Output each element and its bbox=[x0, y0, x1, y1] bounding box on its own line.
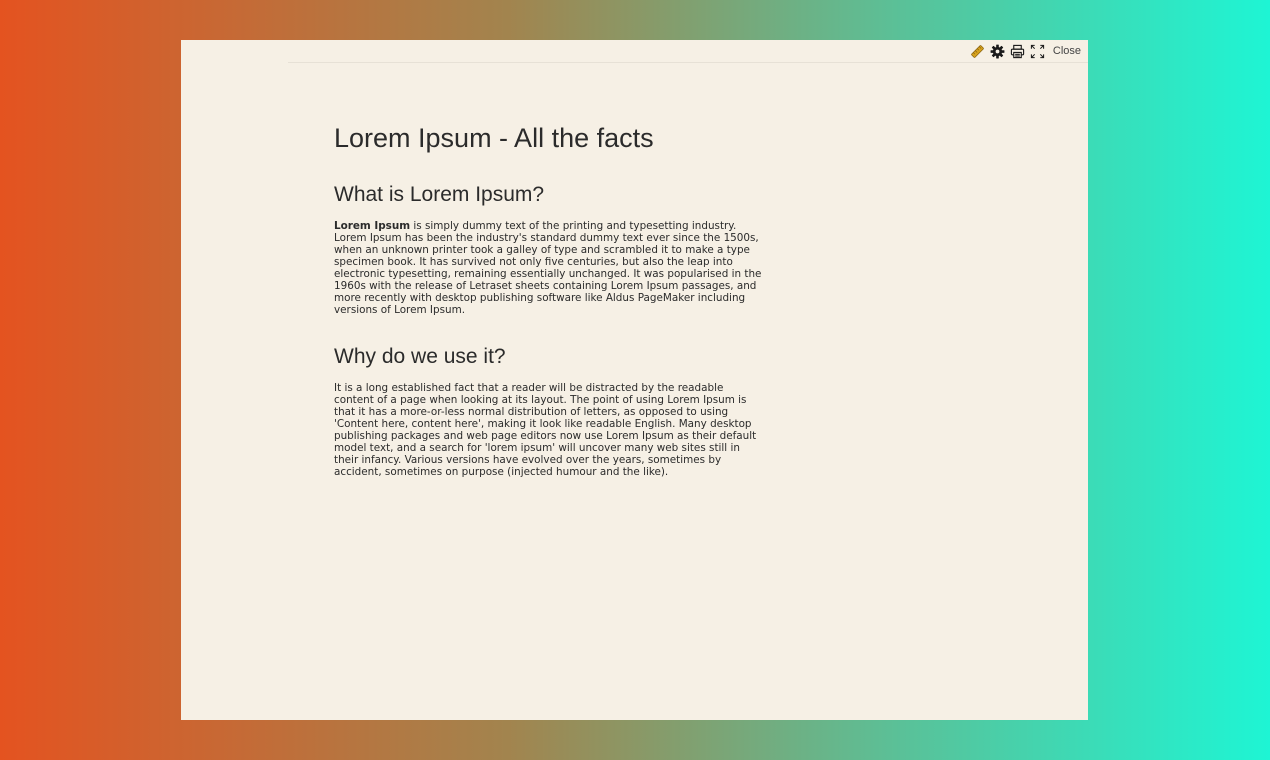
fullscreen-icon[interactable] bbox=[1029, 43, 1046, 60]
ruler-icon[interactable] bbox=[969, 43, 986, 60]
bold-term: Lorem Ipsum bbox=[334, 220, 411, 232]
section-paragraph: Lorem Ipsum is simply dummy text of the … bbox=[334, 220, 762, 316]
reader-toolbar: Close bbox=[288, 40, 1088, 63]
section-paragraph: It is a long established fact that a rea… bbox=[334, 382, 757, 478]
section-heading: What is Lorem Ipsum? bbox=[334, 183, 545, 206]
paragraph-text: is simply dummy text of the printing and… bbox=[334, 220, 762, 316]
gear-icon[interactable] bbox=[989, 43, 1006, 60]
article-title: Lorem Ipsum - All the facts bbox=[334, 123, 654, 153]
reader-view: Close Lorem Ipsum - All the facts What i… bbox=[181, 40, 1088, 720]
close-button[interactable]: Close bbox=[1053, 45, 1081, 57]
article: Lorem Ipsum - All the facts What is Lore… bbox=[334, 120, 762, 504]
printer-icon[interactable] bbox=[1009, 43, 1026, 60]
section-heading: Why do we use it? bbox=[334, 345, 506, 368]
